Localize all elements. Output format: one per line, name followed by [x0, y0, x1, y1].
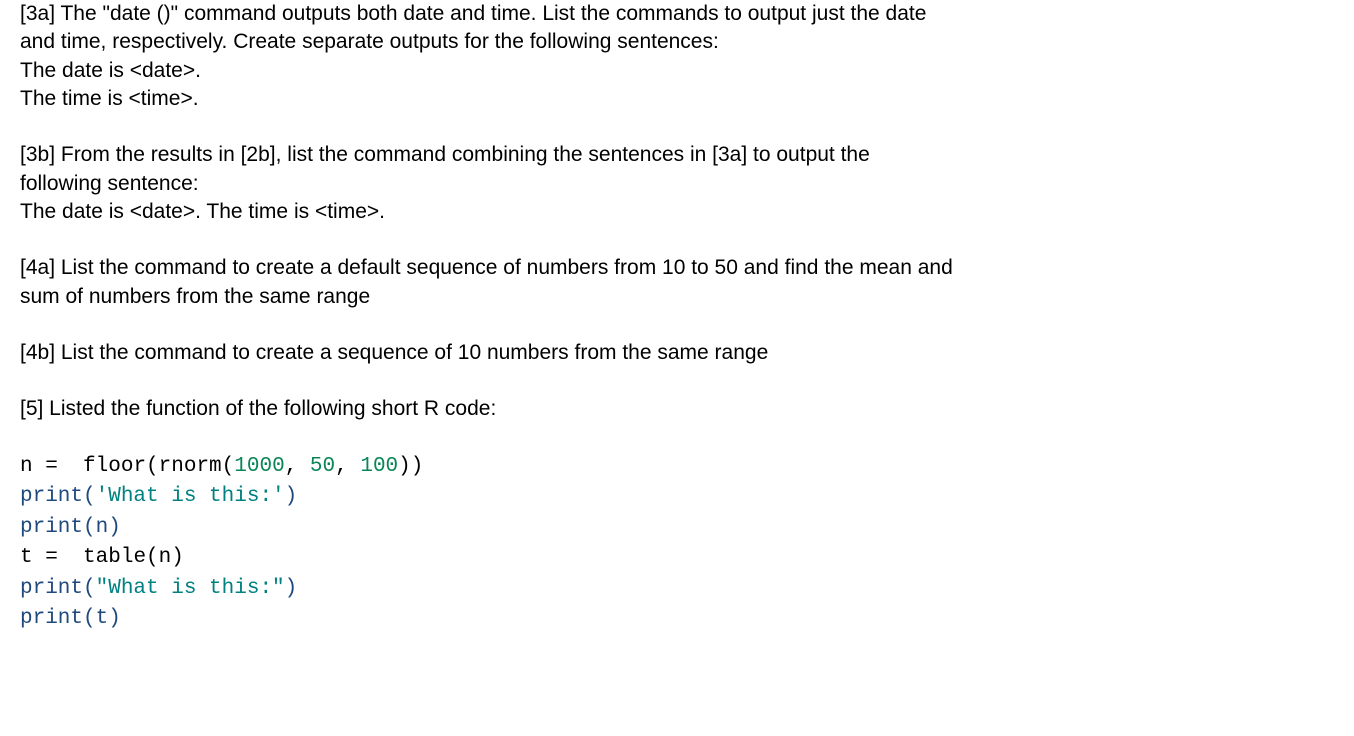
code-t: )	[285, 577, 298, 600]
code-fn: print(	[20, 485, 96, 508]
code-number: 50	[310, 455, 335, 478]
question-4a: [4a] List the command to create a defaul…	[20, 254, 1334, 311]
code-number: 1000	[234, 455, 284, 478]
q3a-line3: The date is <date>.	[20, 57, 1334, 85]
code-number: 100	[360, 455, 398, 478]
code-string: "What is this:"	[96, 577, 285, 600]
q3b-line3: The date is <date>. The time is <time>.	[20, 198, 1334, 226]
question-3a: [3a] The "date ()" command outputs both …	[20, 0, 1334, 113]
code-t: =	[45, 455, 58, 478]
q3a-line4: The time is <time>.	[20, 85, 1334, 113]
code-t: ,	[335, 455, 360, 478]
question-5: [5] Listed the function of the following…	[20, 395, 1334, 423]
question-3b: [3b] From the results in [2b], list the …	[20, 141, 1334, 226]
q5-line1: [5] Listed the function of the following…	[20, 395, 1334, 423]
code-fn: print(n)	[20, 516, 121, 539]
r-code-block: n = floor(rnorm(1000, 50, 100)) print('W…	[20, 452, 1334, 635]
code-t: ,	[285, 455, 310, 478]
code-fn: print(t)	[20, 607, 121, 630]
code-t: floor(rnorm(	[58, 455, 234, 478]
q3a-line1: [3a] The "date ()" command outputs both …	[20, 0, 1334, 28]
q4a-line2: sum of numbers from the same range	[20, 283, 1334, 311]
question-4b: [4b] List the command to create a sequen…	[20, 339, 1334, 367]
code-t: =	[45, 546, 58, 569]
q4a-line1: [4a] List the command to create a defaul…	[20, 254, 1334, 282]
code-t: t	[20, 546, 45, 569]
code-t: ))	[398, 455, 423, 478]
q3a-line2: and time, respectively. Create separate …	[20, 28, 1334, 56]
q4b-line1: [4b] List the command to create a sequen…	[20, 339, 1334, 367]
code-string: 'What is this:'	[96, 485, 285, 508]
q3b-line1: [3b] From the results in [2b], list the …	[20, 141, 1334, 169]
q3b-line2: following sentence:	[20, 170, 1334, 198]
code-t: table(n)	[58, 546, 184, 569]
code-t: )	[285, 485, 298, 508]
code-t: n	[20, 455, 45, 478]
code-fn: print(	[20, 577, 96, 600]
